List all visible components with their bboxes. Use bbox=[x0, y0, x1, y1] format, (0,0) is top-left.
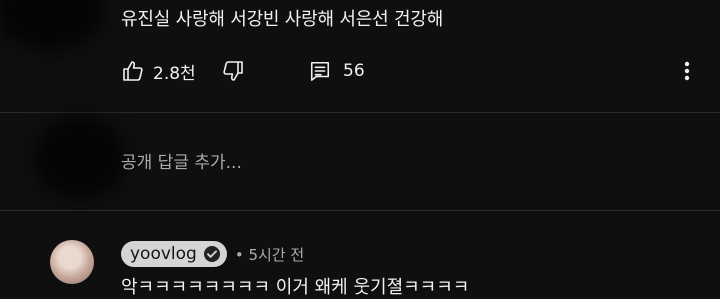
divider bbox=[0, 112, 720, 113]
more-options-button[interactable] bbox=[680, 58, 694, 84]
like-button[interactable]: 2.8천 bbox=[121, 58, 196, 84]
comment-icon bbox=[310, 61, 330, 81]
divider bbox=[0, 210, 720, 211]
thumbs-up-icon bbox=[123, 61, 143, 81]
replies-button[interactable]: 56 bbox=[309, 58, 365, 84]
comment-actions: 2.8천 56 bbox=[0, 58, 720, 84]
comment-text: 악ㅋㅋㅋㅋㅋㅋㅋㅋ 이거 왜케 웃기졀ㅋㅋㅋㅋ bbox=[121, 277, 470, 298]
author-name: yoovlog bbox=[130, 244, 197, 264]
add-reply-input[interactable]: 공개 답글 추가... bbox=[121, 148, 242, 173]
comment-header: yoovlog • 5시간 전 bbox=[121, 240, 304, 268]
comment-text: 유진실 사랑해 서강빈 사랑해 서은선 건강해 bbox=[121, 9, 444, 30]
reply-count: 56 bbox=[343, 61, 365, 81]
like-count: 2.8천 bbox=[153, 63, 196, 84]
verified-check-icon bbox=[203, 245, 221, 263]
comment-timestamp: • 5시간 전 bbox=[234, 245, 305, 264]
author-badge[interactable]: yoovlog bbox=[121, 241, 227, 267]
more-vertical-icon bbox=[684, 61, 690, 81]
dislike-button[interactable] bbox=[221, 58, 245, 84]
author-avatar[interactable] bbox=[50, 240, 94, 284]
comment-avatar[interactable] bbox=[6, 0, 94, 40]
thumbs-down-icon bbox=[223, 61, 243, 81]
user-avatar bbox=[44, 126, 116, 190]
